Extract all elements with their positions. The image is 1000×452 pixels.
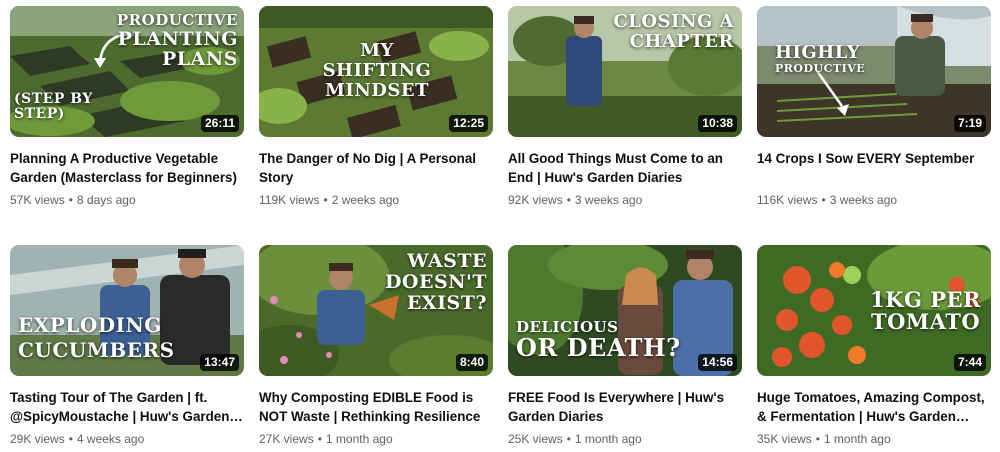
video-title[interactable]: Tasting Tour of The Garden | ft. @SpicyM…: [10, 388, 244, 426]
video-title[interactable]: The Danger of No Dig | A Personal Story: [259, 149, 493, 187]
video-title[interactable]: Huge Tomatoes, Amazing Compost, & Fermen…: [757, 388, 991, 426]
video-metadata: 119K views • 2 weeks ago: [259, 192, 493, 208]
view-count: 35K views: [757, 432, 812, 446]
thumbnail-overlay-text: HIGHLY PRODUCTIVE: [775, 42, 866, 76]
video-duration-badge: 10:38: [698, 115, 737, 132]
video-card[interactable]: EXPLODING CUCUMBERS 13:47 Tasting Tour o…: [10, 245, 244, 447]
thumbnail-overlay-text: EXPLODING CUCUMBERS: [18, 313, 175, 362]
video-title[interactable]: All Good Things Must Come to an End | Hu…: [508, 149, 742, 187]
video-thumbnail[interactable]: PRODUCTIVE PLANTING PLANS (STEP BY STEP)…: [10, 6, 244, 137]
view-count: 57K views: [10, 193, 65, 207]
video-duration-badge: 8:40: [455, 354, 488, 371]
separator: •: [323, 193, 328, 207]
video-duration-badge: 14:56: [698, 354, 737, 371]
separator: •: [317, 432, 322, 446]
video-thumbnail[interactable]: DELICIOUS OR DEATH? 14:56: [508, 245, 742, 376]
view-count: 29K views: [10, 432, 65, 446]
thumbnail-overlay-subtext: (STEP BY STEP): [14, 91, 93, 122]
video-metadata: 27K views • 1 month ago: [259, 431, 493, 447]
video-thumbnail[interactable]: HIGHLY PRODUCTIVE 7:19: [757, 6, 991, 137]
upload-age: 1 month ago: [823, 432, 891, 446]
video-card[interactable]: CLOSING A CHAPTER 10:38 All Good Things …: [508, 6, 742, 208]
video-card[interactable]: MY SHIFTING MINDSET 12:25 The Danger of …: [259, 6, 493, 208]
video-thumbnail[interactable]: 1KG PER TOMATO 7:44: [757, 245, 991, 376]
view-count: 119K views: [259, 193, 320, 207]
separator: •: [68, 193, 73, 207]
video-duration-badge: 7:19: [953, 115, 986, 132]
video-metadata: 29K views • 4 weeks ago: [10, 431, 244, 447]
video-thumbnail[interactable]: CLOSING A CHAPTER 10:38: [508, 6, 742, 137]
upload-age: 8 days ago: [76, 193, 136, 207]
thumbnail-overlay-text: MY SHIFTING MINDSET: [322, 40, 432, 101]
thumbnail-overlay-text: DELICIOUS OR DEATH?: [516, 318, 681, 362]
video-title[interactable]: FREE Food Is Everywhere | Huw's Garden D…: [508, 388, 742, 426]
video-card[interactable]: 1KG PER TOMATO 7:44 Huge Tomatoes, Amazi…: [757, 245, 991, 447]
video-title[interactable]: Why Composting EDIBLE Food is NOT Waste …: [259, 388, 493, 426]
upload-age: 3 weeks ago: [829, 193, 898, 207]
video-metadata: 25K views • 1 month ago: [508, 431, 742, 447]
video-metadata: 57K views • 8 days ago: [10, 192, 244, 208]
video-metadata: 35K views • 1 month ago: [757, 431, 991, 447]
video-duration-badge: 13:47: [200, 354, 239, 371]
thumbnail-overlay-text: 1KG PER TOMATO: [870, 287, 981, 334]
video-duration-badge: 12:25: [449, 115, 488, 132]
view-count: 116K views: [757, 193, 818, 207]
video-card[interactable]: DELICIOUS OR DEATH? 14:56 FREE Food Is E…: [508, 245, 742, 447]
separator: •: [68, 432, 73, 446]
upload-age: 1 month ago: [325, 432, 393, 446]
video-thumbnail[interactable]: EXPLODING CUCUMBERS 13:47: [10, 245, 244, 376]
video-duration-badge: 26:11: [200, 115, 239, 132]
upload-age: 1 month ago: [574, 432, 642, 446]
upload-age: 2 weeks ago: [331, 193, 400, 207]
thumbnail-overlay-text: CLOSING A CHAPTER: [613, 11, 734, 52]
upload-age: 3 weeks ago: [574, 193, 643, 207]
view-count: 25K views: [508, 432, 563, 446]
video-duration-badge: 7:44: [953, 354, 986, 371]
video-title[interactable]: Planning A Productive Vegetable Garden (…: [10, 149, 244, 187]
video-metadata: 116K views • 3 weeks ago: [757, 192, 991, 208]
upload-age: 4 weeks ago: [76, 432, 145, 446]
thumbnail-overlay-text: WASTE DOESN'T EXIST?: [384, 250, 487, 314]
separator: •: [566, 193, 571, 207]
video-metadata: 92K views • 3 weeks ago: [508, 192, 742, 208]
separator: •: [566, 432, 571, 446]
separator: •: [815, 432, 820, 446]
thumbnail-overlay-text: PRODUCTIVE PLANTING PLANS: [116, 11, 238, 70]
video-card[interactable]: PRODUCTIVE PLANTING PLANS (STEP BY STEP)…: [10, 6, 244, 208]
view-count: 27K views: [259, 432, 314, 446]
video-card[interactable]: WASTE DOESN'T EXIST? 8:40 Why Composting…: [259, 245, 493, 447]
view-count: 92K views: [508, 193, 563, 207]
video-thumbnail[interactable]: WASTE DOESN'T EXIST? 8:40: [259, 245, 493, 376]
separator: •: [821, 193, 826, 207]
video-title[interactable]: 14 Crops I Sow EVERY September: [757, 149, 991, 187]
video-thumbnail[interactable]: MY SHIFTING MINDSET 12:25: [259, 6, 493, 137]
video-card[interactable]: HIGHLY PRODUCTIVE 7:19 14 Crops I Sow EV…: [757, 6, 991, 208]
